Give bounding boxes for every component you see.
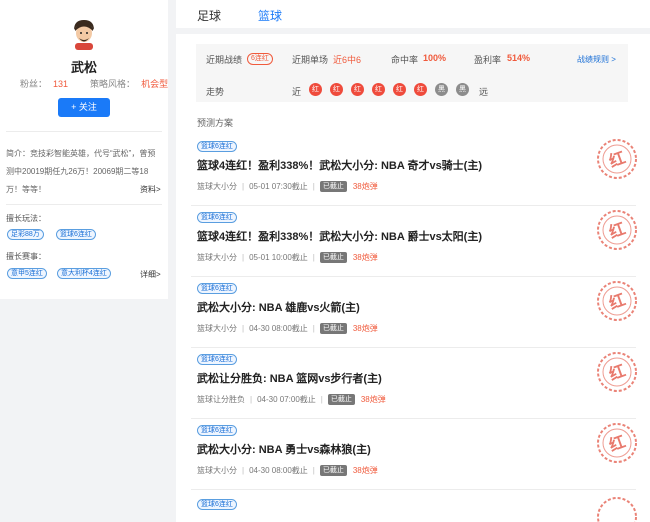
prediction-title[interactable]: 武松大小分: NBA 雄鹿vs火箭(主): [197, 299, 360, 315]
streak-tag: 篮球6连红: [197, 141, 237, 152]
stamp-text: 红: [606, 148, 628, 171]
price: 38炮弹: [360, 395, 386, 404]
price: 38炮弹: [352, 466, 378, 475]
price: 38炮弹: [352, 253, 378, 262]
style-value: 机会型: [141, 79, 169, 89]
price: 38炮弹: [352, 324, 378, 333]
section-title: 预测方案: [197, 118, 234, 128]
hit-rate-label: 命中率: [391, 55, 419, 65]
deadline: 04-30 08:00截止: [249, 466, 308, 475]
streak-tag: 篮球6连红: [197, 499, 237, 510]
fans-label: 粉丝：: [20, 79, 48, 89]
events-more-link[interactable]: 详细>: [140, 269, 161, 280]
profile-card: 武松 粉丝： 131 策略风格： 机会型 + 关注 简介：竞技彩智能英雄，代号“武松”…: [0, 0, 168, 299]
style-label: 策略风格：: [90, 79, 136, 89]
sport-tabs: 足球 篮球: [176, 0, 650, 28]
closed-badge: 已截止: [319, 323, 347, 334]
trend-dot: 红: [414, 83, 427, 96]
fans-value: 131: [53, 79, 69, 89]
prediction-title[interactable]: 武松让分胜负: NBA 篮网vs步行者(主): [197, 370, 382, 386]
event-tag[interactable]: 意大利杯4连红: [57, 268, 111, 279]
prediction-meta: 篮球让分胜负 | 04-30 07:00截止 | 已截止 38炮弹: [197, 394, 386, 405]
prediction-item[interactable]: 篮球6连红 武松让分胜负: NBA 篮网vs步行者(主) 篮球让分胜负 | 04-…: [191, 349, 637, 419]
event-tag[interactable]: 意甲5连红: [7, 268, 47, 279]
closed-badge: 已截止: [319, 465, 347, 476]
trend-dot: 红: [372, 83, 385, 96]
profile-stats: 粉丝： 131 策略风格： 机会型: [20, 77, 168, 90]
red-stamp-icon: 红: [597, 352, 637, 392]
trend-dot: 红: [393, 83, 406, 96]
single-label: 近期单场: [292, 55, 329, 65]
trend-far-label: 远: [479, 87, 489, 97]
red-stamp-icon: 红: [597, 210, 637, 250]
streak-tag: 篮球6连红: [197, 354, 237, 365]
record-rules-link[interactable]: 战绩规则 >: [577, 54, 616, 65]
tab-football[interactable]: 足球: [197, 7, 221, 24]
trend-near-label: 近: [292, 87, 302, 97]
profile-name: 武松: [70, 60, 97, 75]
prediction-title[interactable]: 篮球4连红！盈利338%！武松大小分: NBA 奇才vs骑士(主): [197, 157, 482, 173]
hit-rate-value: 100%: [423, 53, 447, 63]
closed-badge: 已截止: [319, 252, 347, 263]
trend-dot: 红: [351, 83, 364, 96]
trend-dot: 红: [309, 83, 322, 96]
recent-label: 近期战绩: [206, 55, 243, 65]
red-stamp-icon: 红: [597, 423, 637, 463]
tab-basketball[interactable]: 篮球: [258, 7, 282, 24]
profile-intro: 简介：竞技彩智能英雄，代号“武松”，曾预测中20019期任九26万！20069期…: [6, 149, 156, 194]
single-value: 近6中6: [333, 55, 362, 65]
streak-tag: 篮球6连红: [197, 283, 237, 294]
stamp-text: 红: [606, 361, 628, 384]
deadline: 04-30 08:00截止: [249, 324, 308, 333]
red-stamp-icon: 红: [597, 139, 637, 179]
deadline: 05-01 10:00截止: [249, 253, 308, 262]
red-stamp-icon: [597, 497, 637, 522]
prediction-meta: 篮球大小分 | 04-30 08:00截止 | 已截止 38炮弹: [197, 323, 378, 334]
deadline: 05-01 07:30截止: [249, 182, 308, 191]
prediction-meta: 篮球大小分 | 04-30 08:00截止 | 已截止 38炮弹: [197, 465, 378, 476]
play-type: 篮球大小分: [197, 324, 237, 333]
prediction-item[interactable]: 篮球6连红 篮球4连红！盈利338%！武松大小分: NBA 奇才vs骑士(主) …: [191, 136, 637, 206]
closed-badge: 已截止: [327, 394, 355, 405]
skill-tag[interactable]: 足彩88万: [7, 229, 44, 240]
stamp-text: 红: [606, 290, 628, 313]
trend-label: 走势: [206, 87, 225, 97]
prediction-meta: 篮球大小分 | 05-01 10:00截止 | 已截止 38炮弹: [197, 252, 378, 263]
play-type: 篮球大小分: [197, 466, 237, 475]
trend-dot: 红: [330, 83, 343, 96]
stamp-text: 红: [606, 432, 628, 455]
skill-tag[interactable]: 篮球6连红: [56, 229, 96, 240]
events-label: 擅长赛事：: [6, 252, 46, 261]
stamp-text: 红: [606, 219, 628, 242]
divider: [6, 131, 162, 132]
trend-dot: 黑: [435, 83, 448, 96]
follow-button[interactable]: + 关注: [58, 98, 110, 117]
profile-more-link[interactable]: 资料>: [140, 184, 161, 195]
divider: [6, 204, 162, 205]
prediction-item[interactable]: 篮球6连红 武松大小分: NBA 雄鹿vs火箭(主) 篮球大小分 | 04-30 …: [191, 278, 637, 348]
prediction-item[interactable]: 篮球6连红 篮球4连红！盈利338%！武松大小分: NBA 爵士vs太阳(主) …: [191, 207, 637, 277]
profit-rate-value: 514%: [507, 53, 531, 63]
streak-tag: 篮球6连红: [197, 425, 237, 436]
skills-label: 擅长玩法：: [6, 214, 46, 223]
prediction-title[interactable]: 篮球4连红！盈利338%！武松大小分: NBA 爵士vs太阳(主): [197, 228, 482, 244]
streak-tag: 篮球6连红: [197, 212, 237, 223]
prediction-item[interactable]: 篮球6连红: [191, 494, 637, 522]
profit-rate-label: 盈利率: [474, 55, 502, 65]
recent-streak-tag: 6连红: [247, 53, 273, 65]
main-content: 近期战绩 6连红 近期单场 近6中6 命中率 100% 盈利率 514% 战绩规…: [176, 34, 650, 522]
trend-dot: 黑: [456, 83, 469, 96]
play-type: 篮球大小分: [197, 182, 237, 191]
deadline: 04-30 07:00截止: [257, 395, 316, 404]
record-summary: 近期战绩 6连红 近期单场 近6中6 命中率 100% 盈利率 514% 战绩规…: [196, 44, 628, 102]
closed-badge: 已截止: [319, 181, 347, 192]
play-type: 篮球让分胜负: [197, 395, 245, 404]
price: 38炮弹: [352, 182, 378, 191]
red-stamp-icon: 红: [597, 281, 637, 321]
prediction-title[interactable]: 武松大小分: NBA 勇士vs森林狼(主): [197, 441, 371, 457]
avatar[interactable]: [70, 18, 98, 50]
play-type: 篮球大小分: [197, 253, 237, 262]
prediction-meta: 篮球大小分 | 05-01 07:30截止 | 已截止 38炮弹: [197, 181, 378, 192]
prediction-item[interactable]: 篮球6连红 武松大小分: NBA 勇士vs森林狼(主) 篮球大小分 | 04-30…: [191, 420, 637, 490]
